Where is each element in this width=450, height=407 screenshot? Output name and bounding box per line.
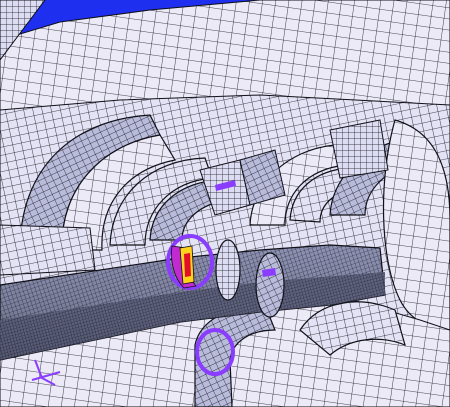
lower-left-ring — [0, 224, 96, 276]
shaft-collar — [255, 252, 285, 318]
shaft-collar-2 — [215, 239, 241, 301]
turbine-fem-mesh-image — [0, 0, 450, 407]
seal-hotspot-red — [184, 253, 191, 277]
diaphragm-block-3 — [329, 119, 389, 179]
